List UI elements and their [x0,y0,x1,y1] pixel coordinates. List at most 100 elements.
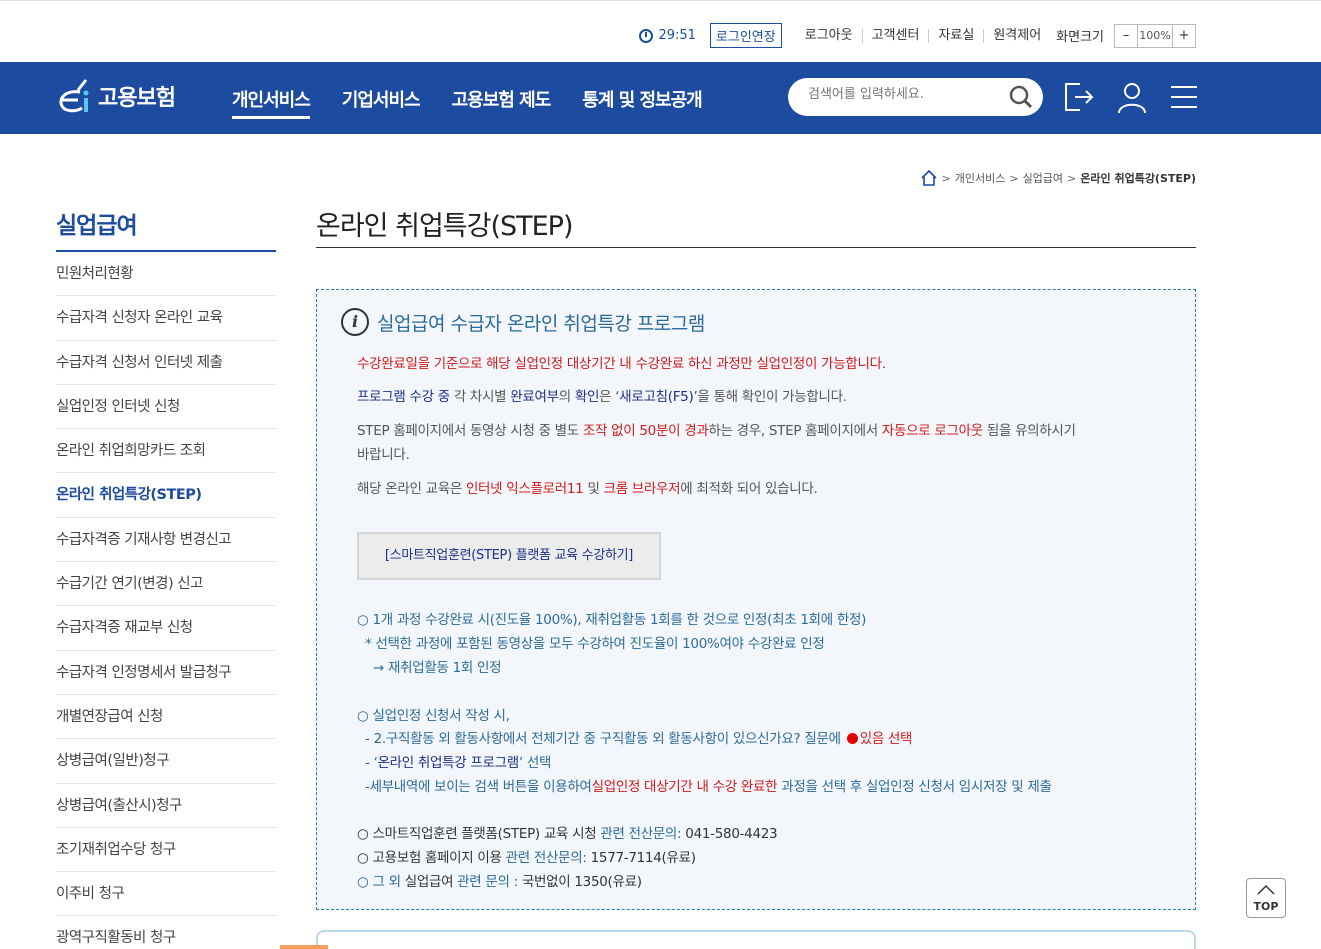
notice-refresh-h: ’을 통해 확인이 가능합니다. [693,389,847,405]
notice-timeout-e: 됨을 유의하시기 [982,423,1076,439]
user-icon[interactable] [1115,80,1149,114]
sidebar-item[interactable]: 이주비 청구 [56,872,276,917]
sidebar-item[interactable]: 수급자격 인정명세서 발급청구 [56,651,276,695]
main-header: 고용보험 개인서비스 기업서비스 고용보험 제도 통계 및 정보공개 [0,62,1321,134]
sidebar-item[interactable]: 수급자격 신청자 온라인 교육 [56,296,276,341]
breadcrumb-item[interactable]: 실업급여 [1023,170,1063,186]
breadcrumb-item[interactable]: 개인서비스 [955,170,1006,186]
scroll-top-label: TOP [1253,900,1279,913]
zoom-label: 화면크기 [1056,30,1104,45]
sidebar-item[interactable]: 광역구직활동비 청구 [56,916,276,949]
contact-homepage: ○ 고용보험 홈페이지 이용 관련 전산문의: 1577-7114(유료) [357,846,696,866]
zoom-box: – 100% + [1114,23,1196,48]
contact-homepage-b: 관련 전산문의: [505,850,591,866]
notice-refresh-a: 프로그램 수강 중 [357,389,450,405]
contact-other-b: 관련 문의 : [453,874,522,890]
contact-other: ○ 그 외 실업급여 관련 문의 : 국번없이 1350(유료) [357,870,642,890]
sidebar-item[interactable]: 조기재취업수당 청구 [56,828,276,873]
notice-refresh-f: 은 ‘ [599,389,620,405]
contact-other-c: 국번없이 1350(유료) [521,874,642,890]
sidebar-item-active[interactable]: 온라인 취업특강(STEP) [56,473,276,518]
contact-step-b: 관련 전산문의: [600,826,686,842]
bullet-application-step3-b: 실업인정 대상기간 내 수강 완료한 [591,779,778,795]
info-icon: i [341,308,369,336]
sidebar-title: 실업급여 [56,206,276,252]
customer-center-link[interactable]: 고객센터 [861,28,929,43]
breadcrumb-separator: > [1067,171,1077,185]
sidebar-item[interactable]: 민원처리현황 [56,252,276,297]
zoom-in-button[interactable]: + [1173,25,1195,47]
step-education-button[interactable]: [스마트직업훈련(STEP) 플랫폼 교육 수강하기] [357,532,661,580]
contact-other-a: ○ 그 외 [357,874,405,890]
search-input[interactable] [808,87,998,102]
bullet-application-step2-b: 온라인 취업특강 프로그램 [377,755,520,771]
info-box: i 실업급여 수급자 온라인 취업특강 프로그램 수강완료일을 기준으로 해당 … [316,289,1196,910]
sidebar-item[interactable]: 온라인 취업희망카드 조회 [56,429,276,474]
nav-company-service[interactable]: 기업서비스 [342,86,421,119]
logout-icon[interactable] [1062,80,1096,114]
breadcrumb-separator: > [1009,171,1019,185]
notice-refresh-c: 완료여부 [510,389,559,405]
notice-timeout-a: STEP 홈페이지에서 동영상 시청 중 별도 [357,423,583,439]
home-icon[interactable] [920,170,938,186]
notice-timeout-b: 조작 없이 50분이 경과 [582,423,709,439]
notice-refresh-b: 각 차시별 [449,389,511,405]
notice-refresh-e: 확인 [574,389,600,405]
sidebar-item[interactable]: 수급자격증 기재사항 변경신고 [56,518,276,563]
logo-text: 고용보험 [98,86,176,111]
sidebar-item[interactable]: 상병급여(일반)청구 [56,739,276,784]
notice-completion: 수강완료일을 기준으로 해당 실업인정 대상기간 내 수강완료 하신 과정만 실… [357,356,886,372]
bullet-completion-note: * 선택한 과정에 포함된 동영상을 모두 수강하여 진도율이 100%여야 수… [365,636,825,652]
archive-link[interactable]: 자료실 [928,28,983,43]
sidebar-item[interactable]: 수급기간 연기(변경) 신고 [56,562,276,607]
nav-personal-service[interactable]: 개인서비스 [232,86,311,119]
utility-bar: 29:51 로그인연장 로그아웃 고객센터 자료실 원격제어 화면크기 – 10… [0,0,1321,62]
bullet-application-step1: - 2.구직활동 외 활동사항에서 전체기간 중 구직활동 외 활동사항이 있으… [365,727,912,747]
scroll-top-button[interactable]: TOP [1246,878,1286,918]
search-icon[interactable] [1009,85,1033,109]
page-title: 온라인 취업특강(STEP) [316,204,1196,248]
notice-timeout-c: 하는 경우, STEP 홈페이지에서 [708,423,882,439]
sidebar-item[interactable]: 실업인정 인터넷 신청 [56,385,276,430]
bullet-application-step2-a: - ‘ [365,755,378,771]
site-logo[interactable]: 고용보험 [56,76,176,116]
notice-timeout-cont: 바랍니다. [357,447,410,463]
bullet-completion-result: → 재취업활동 1회 인정 [373,660,502,676]
red-dot-icon [846,733,858,744]
timer-value: 29:51 [658,28,696,43]
sidebar-item[interactable]: 수급자격증 재교부 신청 [56,606,276,651]
notice-browser: 해당 온라인 교육은 인터넷 익스플로러11 및 크롬 브라우저에 최적화 되어… [357,477,818,497]
breadcrumb-current: 온라인 취업특강(STEP) [1080,172,1196,185]
utility-links: 29:51 로그인연장 로그아웃 고객센터 자료실 원격제어 화면크기 – 10… [639,23,1196,48]
notice-browser-e: 에 최적화 되어 있습니다. [680,481,818,497]
bullet-application-step2: - ‘온라인 취업특강 프로그램’ 선택 [365,751,551,771]
login-extend-button[interactable]: 로그인연장 [709,23,782,48]
logout-link[interactable]: 로그아웃 [796,28,862,43]
menu-icon[interactable] [1167,80,1201,114]
contact-homepage-c: 1577-7114(유료) [590,850,696,866]
notice-refresh-d: 의 [558,389,575,405]
logo-mark-icon [59,79,89,113]
scroll-indicator [280,945,328,949]
global-nav: 개인서비스 기업서비스 고용보험 제도 통계 및 정보공개 [232,86,734,119]
sidebar-item[interactable]: 수급자격 신청서 인터넷 제출 [56,341,276,385]
notice-timeout: STEP 홈페이지에서 동영상 시청 중 별도 조작 없이 50분이 경과하는 … [357,419,1076,439]
remote-control-link[interactable]: 원격제어 [983,28,1050,43]
notice-browser-c: 및 [583,481,604,497]
nav-insurance-system[interactable]: 고용보험 제도 [452,86,552,119]
contact-step-a: ○ 스마트직업훈련 플랫폼(STEP) 교육 시청 [357,826,601,842]
sidebar-item[interactable]: 상병급여(출산시)청구 [56,784,276,828]
notice-browser-b: 인터넷 익스플로러11 [465,481,584,497]
bullet-application-step2-c: ’ 선택 [518,755,552,771]
nav-statistics[interactable]: 통계 및 정보공개 [582,86,702,119]
next-section-box [316,930,1196,949]
session-timer: 29:51 [639,28,696,43]
zoom-out-button[interactable]: – [1115,25,1137,47]
search-box [788,78,1043,116]
notice-timeout-d: 자동으로 로그아웃 [881,423,983,439]
notice-refresh-g: 새로고침(F5) [619,389,694,405]
sidebar-item[interactable]: 개별연장급여 신청 [56,695,276,740]
sidebar: 실업급여 민원처리현황 수급자격 신청자 온라인 교육 수급자격 신청서 인터넷… [56,206,276,949]
bullet-application-step3-a: -세부내역에 보이는 검색 버튼을 이용하여 [365,779,592,795]
info-header: i 실업급여 수급자 온라인 취업특강 프로그램 [341,308,705,336]
